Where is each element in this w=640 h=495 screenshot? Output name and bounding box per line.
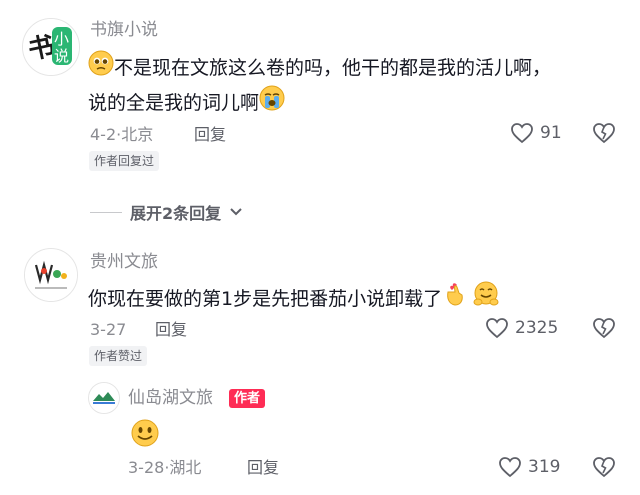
like-count: 2325 bbox=[515, 318, 559, 338]
broken-heart-icon bbox=[593, 457, 615, 478]
comment-username[interactable]: 仙岛湖文旅 bbox=[128, 388, 213, 408]
expand-replies-label: 展开2条回复 bbox=[130, 204, 222, 223]
comment-date-location: 3-28·湖北 bbox=[128, 458, 201, 478]
like-button[interactable]: 319 bbox=[498, 456, 560, 478]
comment-date-location: 4-2·北京 bbox=[90, 125, 153, 145]
pleading-face-emoji bbox=[88, 50, 114, 87]
reply-button[interactable]: 回复 bbox=[247, 458, 279, 478]
chevron-down-icon bbox=[230, 208, 242, 216]
broken-heart-icon bbox=[593, 123, 615, 144]
comment-date: 4-2 bbox=[90, 125, 117, 144]
comment-date: 3-28 bbox=[128, 458, 165, 477]
comment-location: 湖北 bbox=[169, 458, 202, 477]
comment-date: 3-27 bbox=[90, 320, 127, 339]
comment-text: 不是现在文旅这么卷的吗，他干的都是我的活儿啊， bbox=[88, 50, 551, 87]
comment-location: 北京 bbox=[121, 125, 154, 144]
comment-text: 你现在要做的第1步是先把番茄小说卸载了 bbox=[88, 280, 500, 319]
dislike-button[interactable] bbox=[592, 317, 616, 343]
comment-text-line2: 说的全是我的词儿啊 bbox=[88, 92, 260, 114]
dislike-button[interactable] bbox=[592, 456, 616, 482]
xiandaohu-logo bbox=[89, 383, 119, 413]
comment-text-line1: 不是现在文旅这么卷的吗，他干的都是我的活儿啊， bbox=[114, 57, 552, 79]
comment-text-body: 你现在要做的第1步是先把番茄小说卸载了 bbox=[88, 288, 443, 310]
expand-replies-button[interactable]: 展开2条回复 bbox=[90, 200, 243, 224]
author-liked-tag: 作者赞过 bbox=[89, 346, 148, 366]
guizhou-logo bbox=[25, 249, 77, 301]
comment-username[interactable]: 书旗小说 bbox=[90, 20, 158, 40]
svg-text:小: 小 bbox=[54, 30, 69, 48]
reply-button[interactable]: 回复 bbox=[155, 320, 187, 340]
author-badge: 作者 bbox=[229, 389, 266, 408]
like-count: 91 bbox=[540, 123, 562, 143]
like-button[interactable]: 91 bbox=[510, 122, 562, 144]
dislike-button[interactable] bbox=[592, 122, 616, 148]
avatar-guizhou[interactable] bbox=[24, 248, 78, 302]
divider-dash bbox=[90, 211, 122, 213]
heart-outline-icon bbox=[486, 318, 508, 339]
avatar-xiandaohu[interactable] bbox=[88, 382, 120, 414]
avatar-shuqi[interactable]: 书 小 说 bbox=[22, 18, 80, 76]
hugging-face-emoji bbox=[472, 280, 500, 319]
comment-username[interactable]: 贵州文旅 bbox=[90, 252, 158, 272]
heart-outline-icon bbox=[511, 123, 533, 144]
like-count: 319 bbox=[528, 457, 561, 477]
like-button[interactable]: 2325 bbox=[485, 317, 558, 339]
smiling-face-emoji bbox=[130, 418, 160, 452]
author-replied-tag: 作者回复过 bbox=[89, 151, 160, 171]
reply-button[interactable]: 回复 bbox=[194, 125, 226, 145]
finger-heart-emoji bbox=[442, 280, 468, 319]
svg-text:说: 说 bbox=[54, 47, 69, 65]
heart-outline-icon bbox=[499, 457, 521, 478]
broken-heart-icon bbox=[593, 318, 615, 339]
loudly-crying-face-emoji bbox=[259, 85, 285, 122]
shuqi-logo: 书 小 说 bbox=[23, 19, 79, 75]
comment-text-line2-wrap: 说的全是我的词儿啊 bbox=[88, 85, 285, 122]
